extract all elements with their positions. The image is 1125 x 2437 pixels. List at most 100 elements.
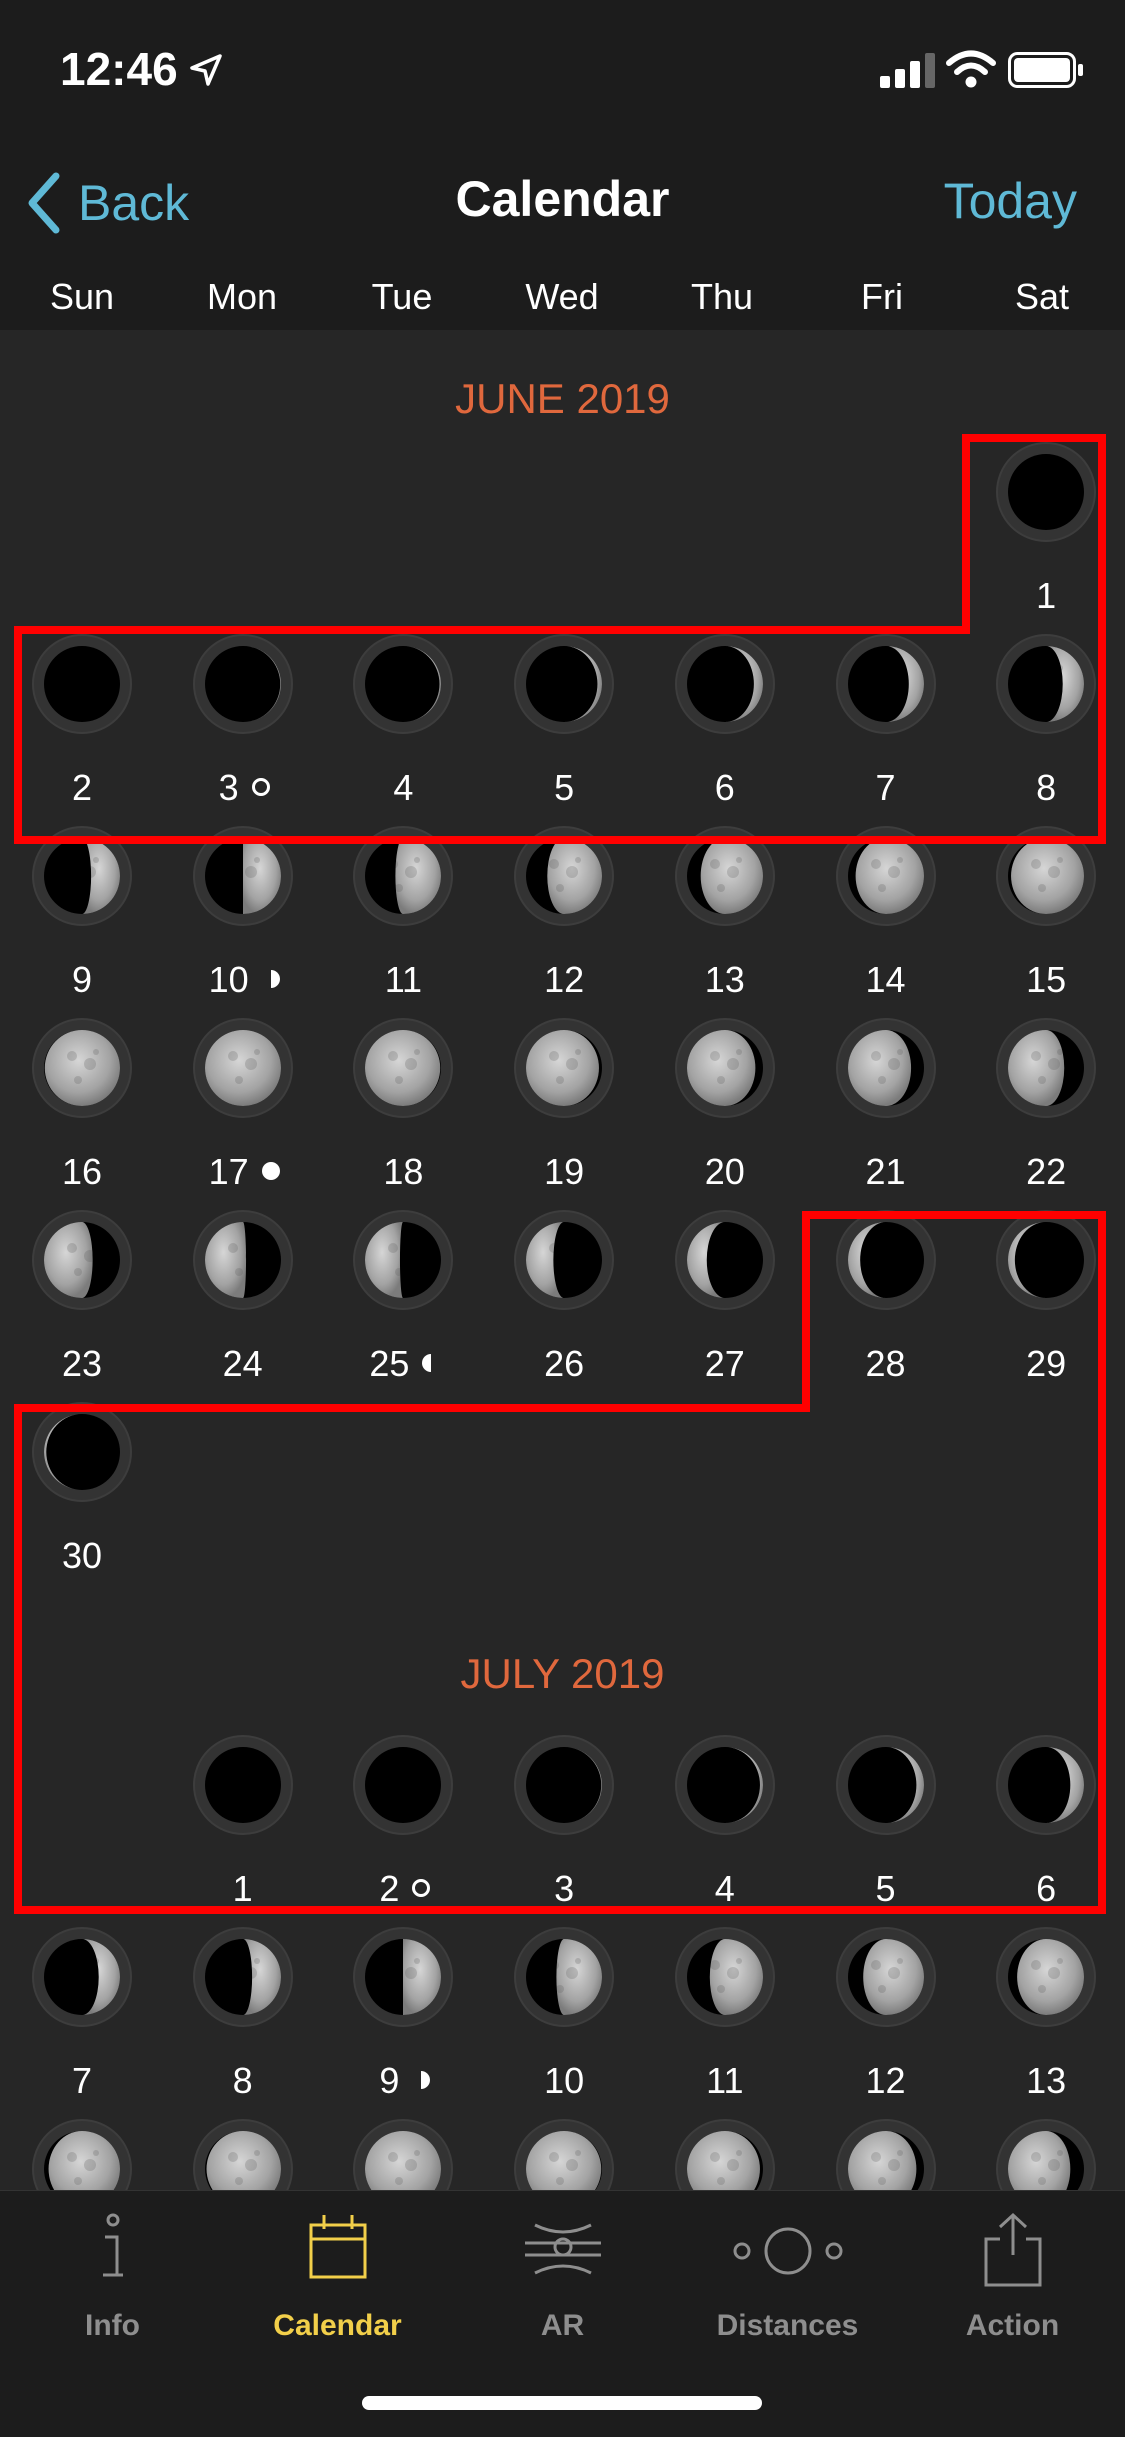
day-cell[interactable]: 20: [966, 2119, 1125, 2190]
day-cell[interactable]: 5: [484, 634, 644, 824]
day-number: 3: [554, 1868, 575, 1909]
moon-phase-icon: [514, 1927, 615, 2027]
day-cell[interactable]: 24: [163, 1210, 323, 1400]
last-quarter-moon-marker-icon: [422, 1354, 432, 1372]
day-cell[interactable]: 16: [2, 1018, 162, 1208]
day-number: 23: [61, 1343, 103, 1384]
day-cell[interactable]: 7: [2, 1927, 162, 2117]
day-cell[interactable]: 1: [966, 442, 1125, 632]
day-cell[interactable]: 4: [645, 1735, 805, 1925]
moon-phase-icon: [514, 1018, 615, 1118]
day-cell[interactable]: 6: [645, 634, 805, 824]
day-number: 5: [875, 1868, 896, 1909]
day-cell[interactable]: 1: [163, 1735, 323, 1925]
weekday-mon: Mon: [206, 276, 278, 317]
moon-phase-icon: [32, 1927, 132, 2027]
weekday-thu: Thu: [690, 276, 754, 317]
day-number: 7: [71, 2060, 93, 2101]
day-cell[interactable]: 19: [806, 2119, 966, 2190]
moon-phase-icon: [674, 1927, 775, 2027]
day-cell[interactable]: 14: [806, 826, 966, 1016]
day-cell[interactable]: 3: [484, 1735, 644, 1925]
moon-phase-icon: [835, 1210, 936, 1310]
day-cell[interactable]: 29: [966, 1210, 1125, 1400]
moon-phase-icon: [996, 2119, 1097, 2190]
day-cell[interactable]: 15: [163, 2119, 323, 2190]
tab-distances[interactable]: Distances: [675, 2191, 900, 2351]
moon-phase-icon: [674, 1735, 775, 1835]
day-cell[interactable]: 23: [2, 1210, 162, 1400]
day-cell[interactable]: 18: [323, 1018, 483, 1208]
day-cell[interactable]: 10: [163, 826, 323, 1016]
day-cell[interactable]: 26: [484, 1210, 644, 1400]
day-cell[interactable]: 5: [806, 1735, 966, 1925]
day-number: 17: [208, 1151, 249, 1192]
day-cell[interactable]: 13: [645, 826, 805, 1016]
moon-phase-icon: [192, 1018, 293, 1118]
day-number: 3: [218, 767, 239, 808]
moon-phase-icon: [32, 634, 132, 734]
tab-action[interactable]: Action: [900, 2191, 1125, 2351]
day-cell[interactable]: 14: [2, 2119, 162, 2190]
day-cell[interactable]: 10: [484, 1927, 644, 2117]
day-cell[interactable]: 18: [645, 2119, 805, 2190]
day-cell[interactable]: 21: [806, 1018, 966, 1208]
day-cell[interactable]: 2: [323, 1735, 483, 1925]
calendar-icon: [309, 2215, 366, 2279]
day-cell[interactable]: 28: [806, 1210, 966, 1400]
day-number: 1: [232, 1868, 253, 1909]
navigation-bar: Back Calendar Today: [0, 140, 1125, 270]
day-cell[interactable]: 9: [2, 826, 162, 1016]
moon-phase-icon: [353, 634, 454, 734]
day-cell[interactable]: 3: [163, 634, 323, 824]
day-cell[interactable]: 2: [2, 634, 162, 824]
moon-phase-icon: [674, 634, 775, 734]
tab-calendar-label: Calendar: [273, 2309, 402, 2342]
day-cell[interactable]: 25: [323, 1210, 483, 1400]
weekday-header: Sun Mon Tue Wed Thu Fri Sat: [0, 270, 1125, 330]
day-number: 29: [1026, 1343, 1067, 1384]
day-cell[interactable]: 19: [484, 1018, 644, 1208]
moon-phase-icon: [514, 1210, 615, 1310]
day-cell[interactable]: 13: [966, 1927, 1125, 2117]
weekday-fri: Fri: [861, 276, 903, 317]
day-cell[interactable]: 7: [806, 634, 966, 824]
day-cell[interactable]: 17: [163, 1018, 323, 1208]
day-cell[interactable]: 9: [323, 1927, 483, 2117]
status-bar: 12:46: [0, 0, 1125, 140]
today-button[interactable]: Today: [944, 172, 1077, 230]
day-cell[interactable]: 16: [323, 2119, 483, 2190]
day-cell[interactable]: 22: [966, 1018, 1125, 1208]
moon-phase-icon: [996, 826, 1097, 926]
day-number: 4: [714, 1868, 735, 1909]
day-number: 10: [544, 2060, 585, 2101]
day-cell[interactable]: 17: [484, 2119, 644, 2190]
day-cell[interactable]: 30: [2, 1402, 162, 1592]
weekday-sat: Sat: [1014, 276, 1070, 317]
day-cell[interactable]: 8: [966, 634, 1125, 824]
day-cell[interactable]: 15: [966, 826, 1125, 1016]
day-cell[interactable]: 11: [645, 1927, 805, 2117]
tab-info-label: Info: [85, 2309, 140, 2342]
day-cell[interactable]: 4: [323, 634, 483, 824]
tab-ar[interactable]: AR: [450, 2191, 675, 2351]
calendar-scroll-view[interactable]: JUNE 2019 JULY 2019 1 2 3 4 5 6 7 8 9 10 11 12 13 14 1…: [0, 330, 1125, 2190]
day-cell[interactable]: 12: [484, 826, 644, 1016]
moon-phase-icon: [353, 826, 454, 926]
tab-info[interactable]: Info: [0, 2191, 225, 2351]
day-cell[interactable]: 11: [323, 826, 483, 1016]
day-cell[interactable]: 8: [163, 1927, 323, 2117]
moon-phase-icon: [835, 634, 936, 734]
moon-phase-icon: [192, 826, 293, 926]
day-cell[interactable]: 12: [806, 1927, 966, 2117]
day-cell[interactable]: 20: [645, 1018, 805, 1208]
moon-phase-icon: [996, 1735, 1097, 1835]
tab-calendar[interactable]: Calendar: [225, 2191, 450, 2351]
moon-phase-icon: [32, 826, 132, 926]
month-title-july: JULY 2019: [460, 1650, 665, 1697]
day-number: 24: [222, 1343, 263, 1384]
moon-phase-icon: [674, 1018, 775, 1118]
day-cell[interactable]: 27: [645, 1210, 805, 1400]
day-number: 14: [865, 959, 906, 1000]
day-cell[interactable]: 6: [966, 1735, 1125, 1925]
